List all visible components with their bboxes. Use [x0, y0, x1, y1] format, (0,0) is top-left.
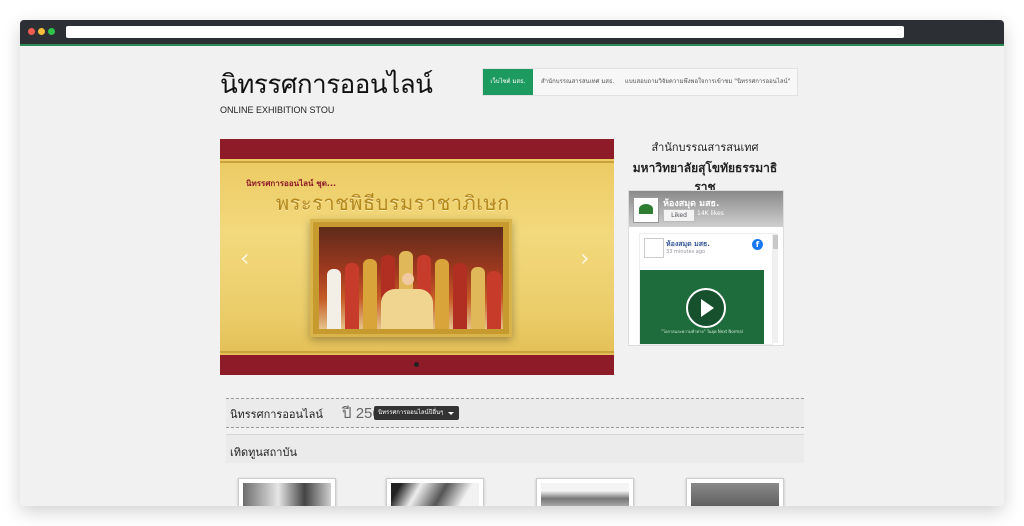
video-caption: "โอกาสและความท้าทาย" ในยุค Next Normal [661, 329, 743, 334]
exhibition-label: นิทรรศการออนไลน์ [230, 408, 323, 421]
facebook-like-count: 14K likes [697, 210, 724, 217]
minimize-window-icon[interactable] [38, 28, 45, 35]
slide-picture-frame [310, 219, 512, 337]
post-video[interactable]: "โอกาสและความท้าทาย" ในยุค Next Normal [640, 270, 764, 344]
browser-window: นิทรรศการออนไลน์ ONLINE EXHIBITION STOU … [20, 20, 1004, 506]
nav-item-stou-website[interactable]: เว็บไซต์ มสธ. [483, 69, 533, 95]
browser-toolbar [20, 20, 1004, 44]
king-figure [381, 289, 433, 329]
featured-slider[interactable]: นิทรรศการออนไลน์ ชุด... พระราชพิธีบรมราช… [220, 139, 614, 375]
slider-band-top [220, 139, 614, 159]
top-navigation: เว็บไซต์ มสธ. สำนักบรรณสารสนเทศ มสธ. แบบ… [482, 68, 798, 96]
play-icon[interactable] [686, 288, 726, 328]
thumbnail-image [243, 483, 331, 506]
figure [345, 263, 359, 329]
facebook-cover: ห้องสมุด มสธ. Liked 14K likes [629, 191, 783, 227]
facebook-like-button[interactable]: Liked [663, 209, 695, 222]
scrollbar-thumb[interactable] [773, 235, 778, 249]
chevron-left-icon[interactable]: ‹ [240, 244, 250, 272]
caret-down-icon [448, 412, 455, 415]
exhibition-thumbnail[interactable] [536, 478, 634, 506]
facebook-icon[interactable]: f [752, 239, 763, 250]
figure [363, 259, 377, 329]
exhibition-thumbnail[interactable] [386, 478, 484, 506]
dropdown-label: นิทรรศการออนไลน์ปีอื่นๆ [378, 409, 444, 416]
tribute-label: เทิดทูนสถาบัน [230, 446, 297, 459]
sidebar-title-library: สำนักบรรณสารสนเทศ [651, 141, 759, 154]
figure [471, 267, 485, 329]
facebook-scrollbar[interactable] [773, 233, 778, 343]
site-subtitle: ONLINE EXHIBITION STOU [220, 105, 335, 115]
library-logo[interactable] [633, 197, 659, 223]
exhibition-year-header: นิทรรศการออนไลน์ ปี 2564 นิทรรศการออนไลน… [226, 398, 804, 428]
facebook-page-name[interactable]: ห้องสมุด มสธ. [663, 196, 719, 210]
close-window-icon[interactable] [28, 28, 35, 35]
slider-stripe [220, 161, 614, 163]
slider-stripe [220, 351, 614, 353]
facebook-page-plugin[interactable]: ห้องสมุด มสธ. Liked 14K likes ห้องสมุด ม… [628, 190, 784, 346]
maximize-window-icon[interactable] [48, 28, 55, 35]
figure [487, 271, 501, 329]
thumbnail-image [691, 483, 779, 506]
tribute-section-header: เทิดทูนสถาบัน [226, 434, 804, 463]
king-head [402, 273, 414, 285]
figure [435, 259, 449, 329]
facebook-post[interactable]: ห้องสมุด มสธ. 33 minutes ago f "โอกาสและ… [639, 233, 773, 345]
accent-divider [20, 44, 1004, 46]
nav-item-library-office[interactable]: สำนักบรรณสารสนเทศ มสธ. [541, 69, 615, 95]
address-bar[interactable] [66, 26, 904, 38]
exhibition-thumbnail[interactable] [238, 478, 336, 506]
thumbnail-image [541, 483, 629, 506]
other-years-dropdown[interactable]: นิทรรศการออนไลน์ปีอื่นๆ [374, 406, 460, 420]
slide-title: พระราชพิธีบรมราชาภิเษก [276, 191, 510, 215]
slide-indicator-dot[interactable] [414, 362, 419, 367]
figure [453, 263, 467, 329]
chevron-right-icon[interactable]: › [580, 244, 590, 272]
royal-ceremony-photo [319, 227, 503, 329]
site-title[interactable]: นิทรรศการออนไลน์ [220, 64, 433, 105]
thumbnail-image [391, 483, 479, 506]
exhibition-thumbnail[interactable] [686, 478, 784, 506]
figure [327, 269, 341, 329]
post-timestamp[interactable]: 33 minutes ago [666, 249, 705, 255]
nav-item-survey[interactable]: แบบสอบถามวิจัยความพึงพอใจการเข้าชม "นิทร… [625, 69, 790, 95]
post-author-avatar[interactable] [644, 238, 664, 258]
